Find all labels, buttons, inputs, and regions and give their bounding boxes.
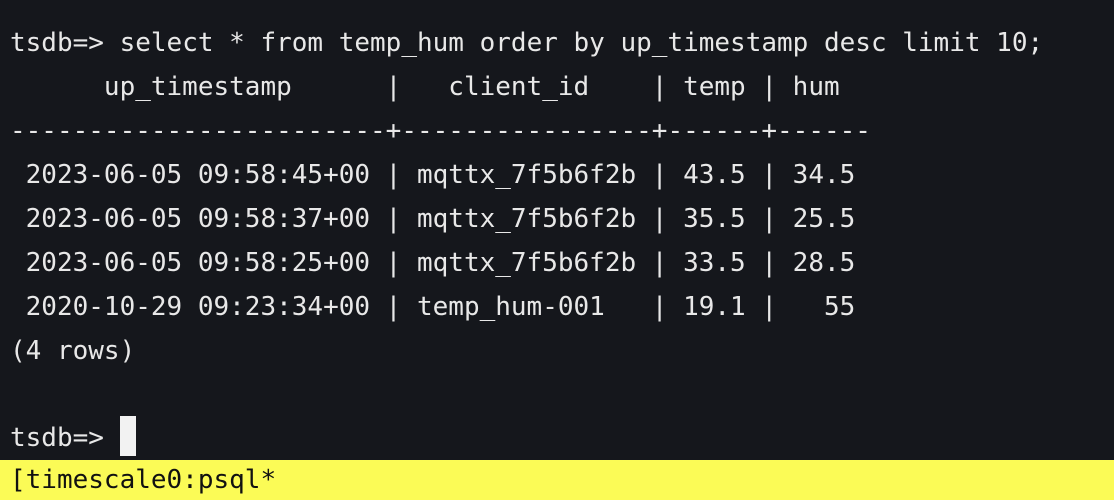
- prompt: tsdb=>: [10, 28, 120, 58]
- prompt: tsdb=>: [10, 423, 120, 453]
- table-row: 2023-06-05 09:58:37+00 | mqttx_7f5b6f2b …: [10, 204, 856, 234]
- table-row: 2020-10-29 09:23:34+00 | temp_hum-001 | …: [10, 292, 856, 322]
- table-row: 2023-06-05 09:58:45+00 | mqttx_7f5b6f2b …: [10, 160, 856, 190]
- terminal-window[interactable]: tsdb=> select * from temp_hum order by u…: [0, 0, 1114, 500]
- result-separator: ------------------------+---------------…: [10, 116, 871, 146]
- sql-command: select * from temp_hum order by up_times…: [119, 28, 1044, 58]
- input-line[interactable]: tsdb=>: [10, 416, 136, 460]
- tmux-status-bar: [timescale0:psql*: [0, 460, 1114, 500]
- result-header: up_timestamp | client_id | temp | hum: [10, 72, 840, 102]
- command-line: tsdb=> select * from temp_hum order by u…: [10, 21, 1043, 65]
- status-window-label[interactable]: [timescale0:psql*: [10, 465, 276, 495]
- row-count: (4 rows): [10, 336, 136, 366]
- table-row: 2023-06-05 09:58:25+00 | mqttx_7f5b6f2b …: [10, 248, 856, 278]
- text-cursor: [119, 416, 136, 456]
